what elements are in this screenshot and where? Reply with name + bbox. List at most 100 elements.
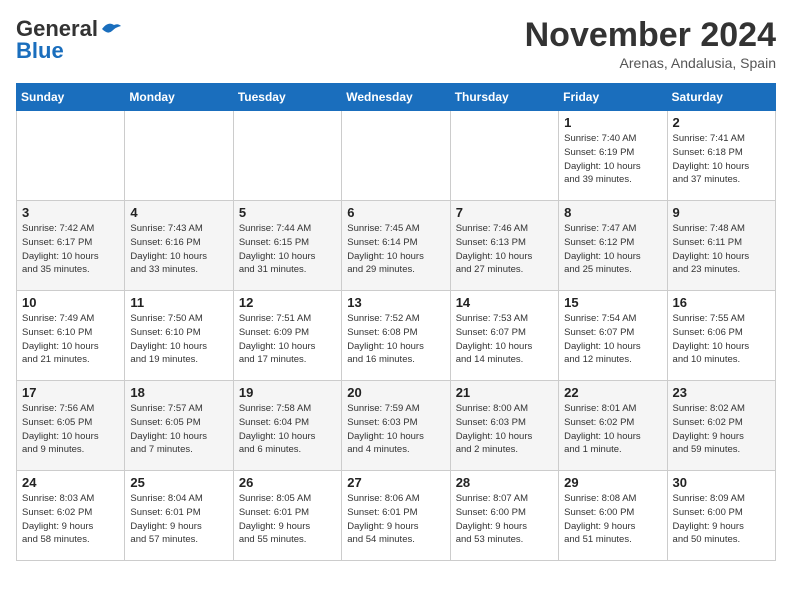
col-header-tuesday: Tuesday <box>233 84 341 111</box>
day-info: Sunrise: 7:58 AM Sunset: 6:04 PM Dayligh… <box>239 402 336 457</box>
day-info: Sunrise: 8:07 AM Sunset: 6:00 PM Dayligh… <box>456 492 553 547</box>
col-header-thursday: Thursday <box>450 84 558 111</box>
day-cell <box>450 111 558 201</box>
day-number: 8 <box>564 205 661 220</box>
day-info: Sunrise: 8:09 AM Sunset: 6:00 PM Dayligh… <box>673 492 770 547</box>
day-number: 18 <box>130 385 227 400</box>
day-info: Sunrise: 7:49 AM Sunset: 6:10 PM Dayligh… <box>22 312 119 367</box>
day-info: Sunrise: 7:50 AM Sunset: 6:10 PM Dayligh… <box>130 312 227 367</box>
day-cell: 2Sunrise: 7:41 AM Sunset: 6:18 PM Daylig… <box>667 111 775 201</box>
day-cell: 25 Sunrise: 8:04 AM Sunset: 6:01 PM Dayli… <box>125 471 233 561</box>
day-number: 21 <box>456 385 553 400</box>
day-cell: 6 Sunrise: 7:45 AM Sunset: 6:14 PM Daylig… <box>342 201 450 291</box>
day-info: Sunrise: 7:48 AM Sunset: 6:11 PM Dayligh… <box>673 222 770 277</box>
day-number: 1 <box>564 115 661 130</box>
day-info: Sunrise: 7:54 AM Sunset: 6:07 PM Dayligh… <box>564 312 661 367</box>
title-area: November 2024 Arenas, Andalusia, Spain <box>525 16 776 71</box>
day-info: Sunrise: 7:55 AM Sunset: 6:06 PM Dayligh… <box>673 312 770 367</box>
calendar-body: 1 Sunrise: 7:40 AM Sunset: 6:19 PM Daylig… <box>17 111 776 561</box>
day-number: 28 <box>456 475 553 490</box>
day-number: 14 <box>456 295 553 310</box>
day-cell: 23Sunrise: 8:02 AM Sunset: 6:02 PM Dayli… <box>667 381 775 471</box>
day-cell: 14 Sunrise: 7:53 AM Sunset: 6:07 PM Dayli… <box>450 291 558 381</box>
col-header-wednesday: Wednesday <box>342 84 450 111</box>
col-header-friday: Friday <box>559 84 667 111</box>
day-number: 26 <box>239 475 336 490</box>
col-header-saturday: Saturday <box>667 84 775 111</box>
day-info: Sunrise: 7:45 AM Sunset: 6:14 PM Dayligh… <box>347 222 444 277</box>
location-subtitle: Arenas, Andalusia, Spain <box>525 55 776 71</box>
week-row-5: 24Sunrise: 8:03 AM Sunset: 6:02 PM Dayli… <box>17 471 776 561</box>
day-info: Sunrise: 7:43 AM Sunset: 6:16 PM Dayligh… <box>130 222 227 277</box>
day-cell: 26 Sunrise: 8:05 AM Sunset: 6:01 PM Dayli… <box>233 471 341 561</box>
day-number: 6 <box>347 205 444 220</box>
day-info: Sunrise: 7:56 AM Sunset: 6:05 PM Dayligh… <box>22 402 119 457</box>
day-info: Sunrise: 7:51 AM Sunset: 6:09 PM Dayligh… <box>239 312 336 367</box>
day-number: 5 <box>239 205 336 220</box>
day-number: 27 <box>347 475 444 490</box>
day-info: Sunrise: 7:44 AM Sunset: 6:15 PM Dayligh… <box>239 222 336 277</box>
day-number: 9 <box>673 205 770 220</box>
day-info: Sunrise: 7:41 AM Sunset: 6:18 PM Dayligh… <box>673 132 770 187</box>
day-number: 3 <box>22 205 119 220</box>
day-cell: 30 Sunrise: 8:09 AM Sunset: 6:00 PM Dayli… <box>667 471 775 561</box>
day-number: 15 <box>564 295 661 310</box>
day-info: Sunrise: 8:04 AM Sunset: 6:01 PM Dayligh… <box>130 492 227 547</box>
week-row-1: 1 Sunrise: 7:40 AM Sunset: 6:19 PM Daylig… <box>17 111 776 201</box>
day-info: Sunrise: 8:08 AM Sunset: 6:00 PM Dayligh… <box>564 492 661 547</box>
day-cell: 24Sunrise: 8:03 AM Sunset: 6:02 PM Dayli… <box>17 471 125 561</box>
day-number: 16 <box>673 295 770 310</box>
day-cell: 3 Sunrise: 7:42 AM Sunset: 6:17 PM Daylig… <box>17 201 125 291</box>
col-header-sunday: Sunday <box>17 84 125 111</box>
day-info: Sunrise: 7:57 AM Sunset: 6:05 PM Dayligh… <box>130 402 227 457</box>
day-cell: 21 Sunrise: 8:00 AM Sunset: 6:03 PM Dayli… <box>450 381 558 471</box>
day-number: 23 <box>673 385 770 400</box>
day-info: Sunrise: 7:52 AM Sunset: 6:08 PM Dayligh… <box>347 312 444 367</box>
month-title: November 2024 <box>525 16 776 55</box>
day-cell: 10Sunrise: 7:49 AM Sunset: 6:10 PM Dayli… <box>17 291 125 381</box>
calendar-table: SundayMondayTuesdayWednesdayThursdayFrid… <box>16 83 776 561</box>
day-number: 29 <box>564 475 661 490</box>
day-cell: 28 Sunrise: 8:07 AM Sunset: 6:00 PM Dayli… <box>450 471 558 561</box>
day-cell: 19Sunrise: 7:58 AM Sunset: 6:04 PM Dayli… <box>233 381 341 471</box>
day-cell: 18 Sunrise: 7:57 AM Sunset: 6:05 PM Dayli… <box>125 381 233 471</box>
day-info: Sunrise: 7:46 AM Sunset: 6:13 PM Dayligh… <box>456 222 553 277</box>
day-cell: 17 Sunrise: 7:56 AM Sunset: 6:05 PM Dayli… <box>17 381 125 471</box>
day-cell: 11 Sunrise: 7:50 AM Sunset: 6:10 PM Dayli… <box>125 291 233 381</box>
day-info: Sunrise: 8:05 AM Sunset: 6:01 PM Dayligh… <box>239 492 336 547</box>
day-info: Sunrise: 7:47 AM Sunset: 6:12 PM Dayligh… <box>564 222 661 277</box>
day-cell: 20Sunrise: 7:59 AM Sunset: 6:03 PM Dayli… <box>342 381 450 471</box>
day-number: 25 <box>130 475 227 490</box>
day-number: 11 <box>130 295 227 310</box>
day-info: Sunrise: 8:00 AM Sunset: 6:03 PM Dayligh… <box>456 402 553 457</box>
day-cell: 5 Sunrise: 7:44 AM Sunset: 6:15 PM Daylig… <box>233 201 341 291</box>
calendar-header-row: SundayMondayTuesdayWednesdayThursdayFrid… <box>17 84 776 111</box>
day-number: 24 <box>22 475 119 490</box>
day-cell: 15 Sunrise: 7:54 AM Sunset: 6:07 PM Dayli… <box>559 291 667 381</box>
day-number: 17 <box>22 385 119 400</box>
day-info: Sunrise: 7:40 AM Sunset: 6:19 PM Dayligh… <box>564 132 661 187</box>
day-cell <box>125 111 233 201</box>
day-cell: 9 Sunrise: 7:48 AM Sunset: 6:11 PM Daylig… <box>667 201 775 291</box>
col-header-monday: Monday <box>125 84 233 111</box>
day-info: Sunrise: 7:59 AM Sunset: 6:03 PM Dayligh… <box>347 402 444 457</box>
day-cell: 7 Sunrise: 7:46 AM Sunset: 6:13 PM Daylig… <box>450 201 558 291</box>
day-number: 30 <box>673 475 770 490</box>
day-number: 7 <box>456 205 553 220</box>
day-number: 13 <box>347 295 444 310</box>
day-cell <box>342 111 450 201</box>
week-row-3: 10Sunrise: 7:49 AM Sunset: 6:10 PM Dayli… <box>17 291 776 381</box>
logo: General Blue <box>16 16 122 64</box>
day-cell: 16 Sunrise: 7:55 AM Sunset: 6:06 PM Dayli… <box>667 291 775 381</box>
day-cell <box>233 111 341 201</box>
day-cell: 22Sunrise: 8:01 AM Sunset: 6:02 PM Dayli… <box>559 381 667 471</box>
day-info: Sunrise: 7:42 AM Sunset: 6:17 PM Dayligh… <box>22 222 119 277</box>
logo-blue: Blue <box>16 38 64 64</box>
day-info: Sunrise: 7:53 AM Sunset: 6:07 PM Dayligh… <box>456 312 553 367</box>
day-number: 22 <box>564 385 661 400</box>
week-row-2: 3 Sunrise: 7:42 AM Sunset: 6:17 PM Daylig… <box>17 201 776 291</box>
logo-bird-icon <box>100 21 122 37</box>
day-number: 12 <box>239 295 336 310</box>
day-cell: 12 Sunrise: 7:51 AM Sunset: 6:09 PM Dayli… <box>233 291 341 381</box>
day-cell: 27Sunrise: 8:06 AM Sunset: 6:01 PM Dayli… <box>342 471 450 561</box>
